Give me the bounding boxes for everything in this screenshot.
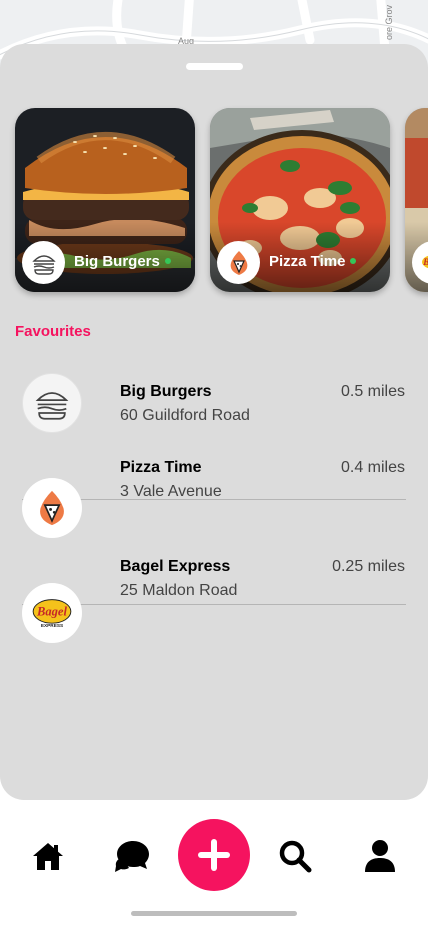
nav-home[interactable] bbox=[30, 838, 66, 874]
nav-messages[interactable] bbox=[114, 838, 150, 874]
featured-card-big-burgers[interactable]: Big Burgers bbox=[15, 108, 195, 292]
online-status-dot bbox=[350, 258, 357, 265]
featured-carousel[interactable]: Big Burgers Pizza Time bbox=[0, 108, 428, 294]
list-item[interactable]: Bagel EXPRESS Bagel Express 25 Maldon Ro… bbox=[0, 558, 428, 672]
restaurant-address: 3 Vale Avenue bbox=[120, 483, 222, 500]
restaurants-sheet: Big Burgers Pizza Time Favourites Big Bu… bbox=[0, 44, 428, 800]
home-indicator bbox=[131, 911, 297, 916]
map-street-label: ore Grov bbox=[384, 4, 394, 40]
burger-icon bbox=[31, 254, 56, 275]
pizza-flame-icon bbox=[40, 490, 64, 526]
profile-icon bbox=[365, 840, 395, 872]
nav-search[interactable] bbox=[277, 838, 313, 874]
online-status-dot bbox=[164, 258, 171, 265]
svg-text:Bagel: Bagel bbox=[36, 604, 68, 618]
section-title-favourites: Favourites bbox=[15, 323, 91, 340]
featured-card-name: Pizza Time bbox=[269, 253, 357, 270]
home-icon bbox=[33, 843, 63, 870]
bagel-express-logo: Bagel EXPRESS bbox=[32, 599, 72, 628]
restaurant-avatar bbox=[22, 373, 82, 433]
chat-icon bbox=[115, 841, 149, 872]
restaurant-address: 25 Maldon Road bbox=[120, 582, 238, 599]
restaurant-distance: 0.25 miles bbox=[332, 558, 405, 575]
restaurant-distance: 0.4 miles bbox=[340, 459, 405, 476]
restaurant-name: Pizza Time bbox=[120, 459, 202, 476]
restaurant-name: Bagel Express bbox=[120, 558, 231, 575]
featured-card-pizza-time[interactable]: Pizza Time bbox=[210, 108, 390, 292]
bottom-navigation bbox=[0, 800, 428, 926]
svg-text:Bagel: Bagel bbox=[422, 257, 428, 267]
pizza-flame-icon bbox=[230, 250, 247, 275]
search-icon bbox=[279, 840, 312, 873]
restaurant-avatar bbox=[22, 478, 82, 538]
restaurant-address: 60 Guildford Road bbox=[120, 407, 250, 424]
plus-icon bbox=[198, 839, 230, 871]
sheet-drag-handle[interactable] bbox=[186, 63, 243, 70]
restaurant-distance: 0.5 miles bbox=[340, 383, 405, 400]
featured-card-name: Big Burgers bbox=[74, 253, 171, 270]
restaurant-name: Big Burgers bbox=[120, 383, 212, 400]
bagel-express-logo: Bagel bbox=[421, 255, 428, 268]
nav-profile[interactable] bbox=[362, 838, 398, 874]
burger-icon bbox=[35, 392, 69, 420]
list-item[interactable]: Pizza Time 3 Vale Avenue 0.4 miles bbox=[0, 459, 428, 567]
featured-card-bagel-express[interactable]: Bagel bbox=[405, 108, 428, 292]
svg-text:EXPRESS: EXPRESS bbox=[41, 623, 63, 628]
restaurant-logo bbox=[217, 241, 260, 284]
restaurant-avatar: Bagel EXPRESS bbox=[22, 583, 82, 643]
restaurant-logo bbox=[22, 241, 65, 284]
add-button[interactable] bbox=[178, 819, 250, 891]
list-item[interactable]: Big Burgers 60 Guildford Road 0.5 miles bbox=[0, 358, 428, 462]
